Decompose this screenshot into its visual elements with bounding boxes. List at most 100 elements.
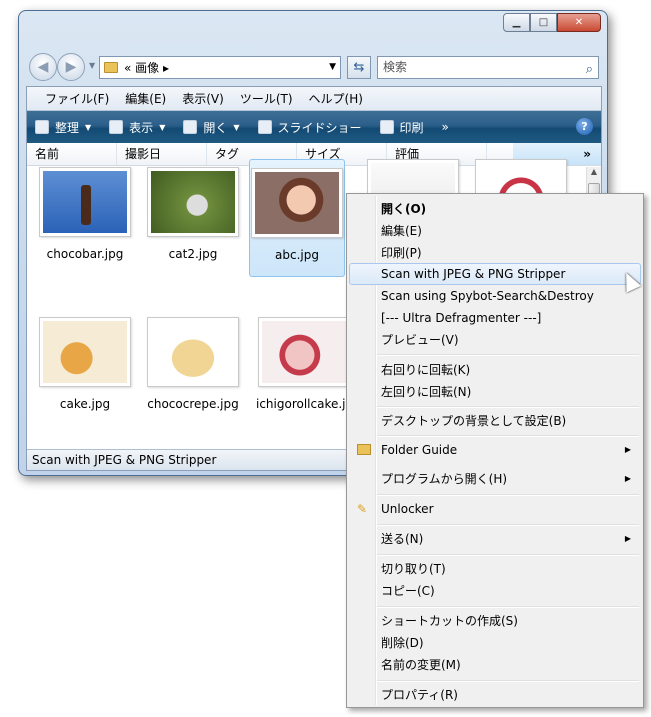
menu-separator [377, 406, 639, 408]
organize-button[interactable]: 整理 ▼ [35, 119, 91, 136]
printer-icon [379, 120, 394, 134]
menu-item-ultradefrag[interactable]: [--- Ultra Defragmenter ---] [349, 307, 641, 329]
organize-icon [35, 120, 49, 134]
caption-buttons: ▁ □ ✕ [503, 13, 601, 32]
menu-separator [377, 494, 639, 496]
menu-item-rename[interactable]: 名前の変更(M) [349, 654, 641, 676]
menu-item-label: Folder Guide [381, 443, 458, 457]
view-icon [109, 120, 124, 134]
open-icon [183, 120, 198, 134]
menu-separator [377, 554, 639, 556]
menu-separator [377, 680, 639, 682]
column-name[interactable]: 名前 [27, 143, 117, 165]
file-tile-selected[interactable]: abc.jpg [249, 159, 345, 277]
menu-edit[interactable]: 編集(E) [125, 90, 166, 107]
menu-item-rotate-clockwise[interactable]: 右回りに回転(K) [349, 359, 641, 381]
menu-separator [377, 354, 639, 356]
folder-icon [104, 62, 118, 73]
open-label: 開く [203, 120, 228, 135]
menu-item-cut[interactable]: 切り取り(T) [349, 558, 641, 580]
file-tile[interactable]: cat2.jpg [145, 167, 241, 261]
menu-item-properties[interactable]: プロパティ(R) [349, 684, 641, 706]
slideshow-label: スライドショー [277, 120, 362, 135]
menu-item-edit[interactable]: 編集(E) [349, 220, 641, 242]
slideshow-icon [257, 120, 272, 134]
history-dropdown-icon[interactable]: ▼ [89, 61, 95, 70]
menu-tools[interactable]: ツール(T) [240, 90, 293, 107]
menu-view[interactable]: 表示(V) [182, 90, 224, 107]
help-icon[interactable]: ? [576, 118, 593, 135]
search-input[interactable]: 検索 ⌕ [377, 56, 599, 79]
address-dropdown-icon[interactable]: ▼ [329, 62, 336, 72]
address-path: « 画像 ▸ [124, 61, 169, 75]
minimize-button[interactable]: ▁ [503, 13, 530, 32]
column-date-taken[interactable]: 撮影日 [117, 143, 207, 165]
menu-item-spybot[interactable]: Scan using Spybot-Search&Destroy [349, 285, 641, 307]
file-tile[interactable]: ichigorollcake.jpg [249, 317, 359, 411]
menu-item-rotate-counterclockwise[interactable]: 左回りに回転(N) [349, 381, 641, 403]
command-bar: 整理 ▼ 表示 ▼ 開く ▼ スライドショー 印刷 » ? [27, 111, 601, 143]
menu-item-open-with[interactable]: プログラムから開く(H) ▶ [349, 468, 641, 490]
file-tile[interactable]: chocobar.jpg [37, 167, 133, 261]
view-button[interactable]: 表示 ▼ [109, 119, 165, 136]
forward-button[interactable]: ▶ [57, 53, 85, 81]
address-bar[interactable]: « 画像 ▸ ▼ [99, 56, 341, 79]
slideshow-button[interactable]: スライドショー [257, 119, 362, 136]
menu-item-print[interactable]: 印刷(P) [349, 242, 641, 264]
thumbnail [39, 167, 131, 237]
submenu-arrow-icon: ▶ [624, 445, 631, 454]
menu-separator [377, 606, 639, 608]
menu-item-delete[interactable]: 削除(D) [349, 632, 641, 654]
organize-label: 整理 [55, 120, 80, 135]
menu-item-label: Unlocker [381, 502, 434, 516]
menu-item-set-desktop-background[interactable]: デスクトップの背景として設定(B) [349, 410, 641, 432]
print-label: 印刷 [399, 120, 424, 135]
folder-icon [357, 444, 371, 455]
view-label: 表示 [129, 120, 154, 135]
menu-item-preview[interactable]: プレビュー(V) [349, 329, 641, 351]
refresh-button[interactable]: ⇆ [347, 56, 371, 79]
context-menu: 開く(O) 編集(E) 印刷(P) Scan with JPEG & PNG S… [346, 193, 644, 708]
thumbnail [39, 317, 131, 387]
file-name: ichigorollcake.jpg [256, 397, 352, 411]
thumbnail [251, 168, 343, 238]
toolbar-more-label: » [441, 120, 449, 134]
file-name: chocobar.jpg [46, 247, 124, 261]
submenu-arrow-icon: ▶ [624, 534, 631, 543]
menu-item-jpeg-png-stripper[interactable]: Scan with JPEG & PNG Stripper [349, 263, 641, 285]
menu-help[interactable]: ヘルプ(H) [309, 90, 363, 107]
navigation-bar: ◀ ▶ ▼ « 画像 ▸ ▼ ⇆ 検索 ⌕ [29, 53, 599, 83]
chevron-down-icon: ▼ [233, 122, 240, 132]
menu-separator [377, 524, 639, 526]
chevron-down-icon: ▼ [85, 122, 92, 132]
file-name: chococrepe.jpg [147, 397, 239, 411]
menu-file[interactable]: ファイル(F) [45, 90, 109, 107]
menu-item-open[interactable]: 開く(O) [349, 198, 641, 220]
file-name: cat2.jpg [168, 247, 218, 261]
file-name: cake.jpg [59, 397, 111, 411]
thumbnail [147, 167, 239, 237]
menu-item-create-shortcut[interactable]: ショートカットの作成(S) [349, 610, 641, 632]
maximize-button[interactable]: □ [530, 13, 557, 32]
thumbnail [147, 317, 239, 387]
print-button[interactable]: 印刷 [379, 119, 424, 136]
open-button[interactable]: 開く ▼ [183, 119, 240, 136]
toolbar-more-button[interactable]: » [442, 120, 449, 134]
thumbnail [258, 317, 350, 387]
menu-item-label: 送る(N) [381, 532, 424, 546]
menu-item-label: プログラムから開く(H) [381, 472, 508, 486]
submenu-arrow-icon: ▶ [624, 474, 631, 483]
menu-item-folder-guide[interactable]: Folder Guide ▶ [349, 439, 641, 461]
menu-item-send-to[interactable]: 送る(N) ▶ [349, 528, 641, 550]
file-name: abc.jpg [275, 248, 319, 262]
close-button[interactable]: ✕ [557, 13, 601, 32]
file-tile[interactable]: chococrepe.jpg [145, 317, 241, 411]
search-icon[interactable]: ⌕ [586, 59, 593, 80]
menu-item-copy[interactable]: コピー(C) [349, 580, 641, 602]
scroll-up-icon[interactable]: ▲ [587, 167, 601, 181]
menu-item-unlocker[interactable]: ✎ Unlocker [349, 498, 641, 520]
back-button[interactable]: ◀ [29, 53, 57, 81]
search-placeholder: 検索 [383, 60, 408, 74]
menu-bar: ファイル(F) 編集(E) 表示(V) ツール(T) ヘルプ(H) [27, 87, 601, 111]
file-tile[interactable]: cake.jpg [37, 317, 133, 411]
